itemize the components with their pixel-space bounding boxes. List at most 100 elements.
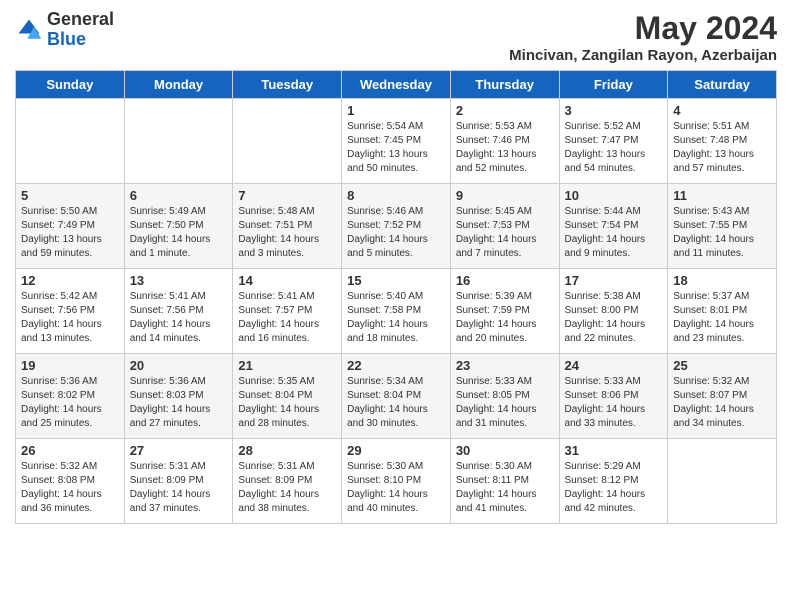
calendar-cell: 20 Sunrise: 5:36 AM Sunset: 8:03 PM Dayli… [124, 354, 233, 439]
day-info: Sunrise: 5:49 AM Sunset: 7:50 PM Dayligh… [130, 205, 228, 261]
day-number: 26 [21, 443, 119, 458]
day-info: Sunrise: 5:31 AM Sunset: 8:09 PM Dayligh… [238, 460, 336, 516]
calendar-cell [124, 99, 233, 184]
logo: General Blue [15, 10, 114, 50]
calendar-cell: 4 Sunrise: 5:51 AM Sunset: 7:48 PM Daylig… [668, 99, 777, 184]
calendar-cell [668, 439, 777, 524]
day-number: 25 [673, 358, 771, 373]
calendar-cell: 26 Sunrise: 5:32 AM Sunset: 8:08 PM Dayli… [16, 439, 125, 524]
calendar-cell [16, 99, 125, 184]
day-info: Sunrise: 5:54 AM Sunset: 7:45 PM Dayligh… [347, 120, 445, 176]
day-number: 27 [130, 443, 228, 458]
day-number: 13 [130, 273, 228, 288]
calendar-cell: 29 Sunrise: 5:30 AM Sunset: 8:10 PM Dayli… [342, 439, 451, 524]
title-area: May 2024 Mincivan, Zangilan Rayon, Azerb… [509, 10, 777, 64]
calendar-cell: 13Sunrise: 5:41 AM Sunset: 7:56 PM Dayli… [124, 269, 233, 354]
day-number: 5 [21, 188, 119, 203]
calendar-week-row: 26 Sunrise: 5:32 AM Sunset: 8:08 PM Dayli… [16, 439, 777, 524]
day-info: Sunrise: 5:51 AM Sunset: 7:48 PM Dayligh… [673, 120, 771, 176]
calendar-cell: 16 Sunrise: 5:39 AM Sunset: 7:59 PM Dayli… [450, 269, 559, 354]
day-header-sunday: Sunday [16, 71, 125, 99]
page-header: General Blue May 2024 Mincivan, Zangilan… [15, 10, 777, 64]
day-number: 22 [347, 358, 445, 373]
calendar-cell: 31 Sunrise: 5:29 AM Sunset: 8:12 PM Dayli… [559, 439, 668, 524]
calendar-cell: 24 Sunrise: 5:33 AM Sunset: 8:06 PM Dayli… [559, 354, 668, 439]
calendar-cell: 8 Sunrise: 5:46 AM Sunset: 7:52 PM Daylig… [342, 184, 451, 269]
day-number: 14 [238, 273, 336, 288]
day-header-friday: Friday [559, 71, 668, 99]
calendar-cell: 25 Sunrise: 5:32 AM Sunset: 8:07 PM Dayli… [668, 354, 777, 439]
subtitle: Mincivan, Zangilan Rayon, Azerbaijan [509, 47, 777, 64]
day-number: 12 [21, 273, 119, 288]
day-info: Sunrise: 5:52 AM Sunset: 7:47 PM Dayligh… [565, 120, 663, 176]
day-info: Sunrise: 5:39 AM Sunset: 7:59 PM Dayligh… [456, 290, 554, 346]
day-header-wednesday: Wednesday [342, 71, 451, 99]
calendar-cell: 10 Sunrise: 5:44 AM Sunset: 7:54 PM Dayli… [559, 184, 668, 269]
day-info: Sunrise: 5:30 AM Sunset: 8:10 PM Dayligh… [347, 460, 445, 516]
calendar-header-row: SundayMondayTuesdayWednesdayThursdayFrid… [16, 71, 777, 99]
day-info: Sunrise: 5:45 AM Sunset: 7:53 PM Dayligh… [456, 205, 554, 261]
day-number: 9 [456, 188, 554, 203]
day-info: Sunrise: 5:46 AM Sunset: 7:52 PM Dayligh… [347, 205, 445, 261]
day-number: 17 [565, 273, 663, 288]
calendar-cell: 17Sunrise: 5:38 AM Sunset: 8:00 PM Dayli… [559, 269, 668, 354]
day-info: Sunrise: 5:30 AM Sunset: 8:11 PM Dayligh… [456, 460, 554, 516]
calendar-cell [233, 99, 342, 184]
day-info: Sunrise: 5:41 AM Sunset: 7:57 PM Dayligh… [238, 290, 336, 346]
day-number: 10 [565, 188, 663, 203]
calendar-table: SundayMondayTuesdayWednesdayThursdayFrid… [15, 70, 777, 524]
day-number: 8 [347, 188, 445, 203]
day-info: Sunrise: 5:36 AM Sunset: 8:03 PM Dayligh… [130, 375, 228, 431]
calendar-cell: 12 Sunrise: 5:42 AM Sunset: 7:56 PM Dayli… [16, 269, 125, 354]
calendar-cell: 18Sunrise: 5:37 AM Sunset: 8:01 PM Dayli… [668, 269, 777, 354]
day-number: 29 [347, 443, 445, 458]
day-info: Sunrise: 5:32 AM Sunset: 8:08 PM Dayligh… [21, 460, 119, 516]
calendar-cell: 15Sunrise: 5:40 AM Sunset: 7:58 PM Dayli… [342, 269, 451, 354]
day-info: Sunrise: 5:31 AM Sunset: 8:09 PM Dayligh… [130, 460, 228, 516]
day-number: 19 [21, 358, 119, 373]
day-info: Sunrise: 5:34 AM Sunset: 8:04 PM Dayligh… [347, 375, 445, 431]
day-info: Sunrise: 5:33 AM Sunset: 8:06 PM Dayligh… [565, 375, 663, 431]
day-number: 6 [130, 188, 228, 203]
day-number: 7 [238, 188, 336, 203]
day-info: Sunrise: 5:36 AM Sunset: 8:02 PM Dayligh… [21, 375, 119, 431]
day-info: Sunrise: 5:48 AM Sunset: 7:51 PM Dayligh… [238, 205, 336, 261]
day-info: Sunrise: 5:44 AM Sunset: 7:54 PM Dayligh… [565, 205, 663, 261]
calendar-cell: 21 Sunrise: 5:35 AM Sunset: 8:04 PM Dayli… [233, 354, 342, 439]
calendar-cell: 7 Sunrise: 5:48 AM Sunset: 7:51 PM Daylig… [233, 184, 342, 269]
calendar-cell: 9 Sunrise: 5:45 AM Sunset: 7:53 PM Daylig… [450, 184, 559, 269]
day-header-saturday: Saturday [668, 71, 777, 99]
calendar-week-row: 12 Sunrise: 5:42 AM Sunset: 7:56 PM Dayli… [16, 269, 777, 354]
calendar-week-row: 19 Sunrise: 5:36 AM Sunset: 8:02 PM Dayli… [16, 354, 777, 439]
day-number: 4 [673, 103, 771, 118]
day-number: 16 [456, 273, 554, 288]
calendar-cell: 6 Sunrise: 5:49 AM Sunset: 7:50 PM Daylig… [124, 184, 233, 269]
calendar-cell: 14 Sunrise: 5:41 AM Sunset: 7:57 PM Dayli… [233, 269, 342, 354]
day-info: Sunrise: 5:29 AM Sunset: 8:12 PM Dayligh… [565, 460, 663, 516]
day-info: Sunrise: 5:35 AM Sunset: 8:04 PM Dayligh… [238, 375, 336, 431]
calendar-cell: 27 Sunrise: 5:31 AM Sunset: 8:09 PM Dayli… [124, 439, 233, 524]
day-number: 11 [673, 188, 771, 203]
day-number: 28 [238, 443, 336, 458]
day-number: 2 [456, 103, 554, 118]
day-number: 24 [565, 358, 663, 373]
calendar-week-row: 1 Sunrise: 5:54 AM Sunset: 7:45 PM Daylig… [16, 99, 777, 184]
day-number: 31 [565, 443, 663, 458]
day-info: Sunrise: 5:32 AM Sunset: 8:07 PM Dayligh… [673, 375, 771, 431]
day-number: 30 [456, 443, 554, 458]
calendar-cell: 19 Sunrise: 5:36 AM Sunset: 8:02 PM Dayli… [16, 354, 125, 439]
day-info: Sunrise: 5:33 AM Sunset: 8:05 PM Dayligh… [456, 375, 554, 431]
calendar-cell: 2Sunrise: 5:53 AM Sunset: 7:46 PM Daylig… [450, 99, 559, 184]
day-info: Sunrise: 5:42 AM Sunset: 7:56 PM Dayligh… [21, 290, 119, 346]
calendar-cell: 3 Sunrise: 5:52 AM Sunset: 7:47 PM Daylig… [559, 99, 668, 184]
logo-general-text: General [47, 9, 114, 29]
day-info: Sunrise: 5:40 AM Sunset: 7:58 PM Dayligh… [347, 290, 445, 346]
day-number: 1 [347, 103, 445, 118]
day-number: 3 [565, 103, 663, 118]
day-number: 21 [238, 358, 336, 373]
day-number: 20 [130, 358, 228, 373]
calendar-cell: 5Sunrise: 5:50 AM Sunset: 7:49 PM Daylig… [16, 184, 125, 269]
calendar-cell: 30 Sunrise: 5:30 AM Sunset: 8:11 PM Dayli… [450, 439, 559, 524]
calendar-cell: 1 Sunrise: 5:54 AM Sunset: 7:45 PM Daylig… [342, 99, 451, 184]
day-info: Sunrise: 5:37 AM Sunset: 8:01 PM Dayligh… [673, 290, 771, 346]
